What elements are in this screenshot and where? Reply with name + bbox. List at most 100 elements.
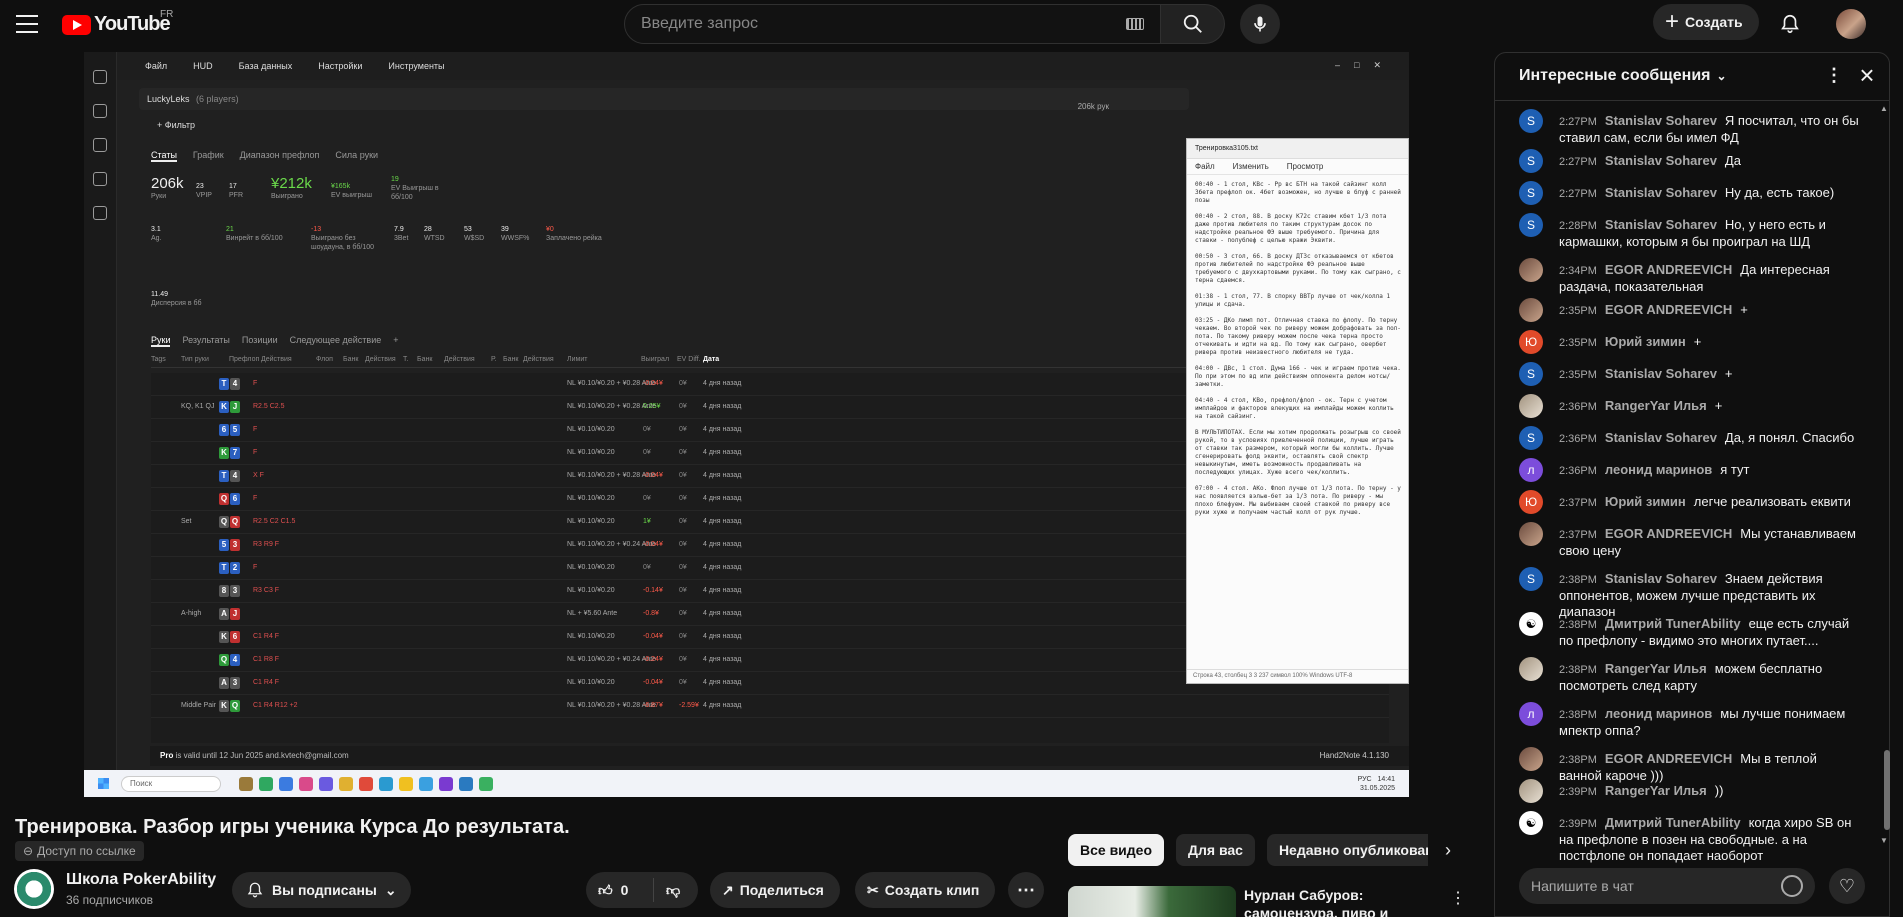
message-author[interactable]: Stanislav Soharev [1605, 153, 1717, 168]
column-header[interactable]: Банк [417, 356, 432, 363]
author-avatar[interactable]: S [1519, 181, 1543, 205]
recommendation-thumbnail[interactable] [1068, 886, 1236, 917]
message-author[interactable]: леонид маринов [1605, 706, 1712, 721]
message-author[interactable]: Юрий зимин [1605, 494, 1686, 509]
author-avatar[interactable]: л [1519, 702, 1543, 726]
menu-icon[interactable] [14, 12, 40, 36]
close-icon[interactable]: × [1853, 61, 1881, 89]
channel-avatar[interactable] [14, 869, 54, 909]
message-author[interactable]: RangerYar Илья [1605, 661, 1707, 676]
create-button[interactable]: + Создать [1653, 4, 1759, 40]
youtube-logo[interactable]: YouTube FR [62, 9, 173, 36]
recommendation-title[interactable]: Нурлан Сабуров: самоцензура, пиво и арес… [1244, 886, 1424, 917]
chat-scrollbar[interactable] [1884, 750, 1890, 830]
column-header[interactable]: Действия [261, 356, 292, 363]
clip-button[interactable]: ✂ Создать клип [855, 872, 996, 908]
app-icon [399, 776, 413, 791]
author-avatar[interactable]: Ю [1519, 490, 1543, 514]
message-author[interactable]: Stanislav Soharev [1605, 113, 1717, 128]
author-avatar[interactable] [1519, 779, 1543, 803]
author-avatar[interactable]: S [1519, 567, 1543, 591]
like-button[interactable]: 👍︎ 0 [586, 878, 654, 902]
message-author[interactable]: Дмитрий TunerAbility [1605, 616, 1741, 631]
video-player[interactable]: Файл HUD База данных Настройки Инструмен… [84, 52, 1409, 797]
scroll-up-icon[interactable]: ▲ [1880, 104, 1888, 113]
subscribed-button[interactable]: Вы подписаны ⌄ [232, 872, 411, 908]
message-author[interactable]: Юрий зимин [1605, 334, 1686, 349]
message-author[interactable]: Stanislav Soharev [1605, 185, 1717, 200]
notifications-button[interactable] [1778, 10, 1802, 38]
stat-3bet: 7.9 3Bet [394, 226, 409, 242]
column-header[interactable]: Выиграл [641, 356, 669, 363]
recommendation-more-button[interactable]: ⋮ [1450, 888, 1466, 908]
message-author[interactable]: Дмитрий TunerAbility [1605, 815, 1741, 830]
message-author[interactable]: RangerYar Илья [1605, 398, 1707, 413]
author-avatar[interactable] [1519, 298, 1543, 322]
voice-search-button[interactable] [1240, 4, 1280, 44]
chat-input[interactable] [1531, 878, 1781, 894]
column-header[interactable]: Действия [523, 356, 554, 363]
column-header[interactable]: EV Diff. [677, 356, 701, 363]
message-content: 2:35PM Stanislav Soharev + [1559, 366, 1859, 383]
author-avatar[interactable]: S [1519, 362, 1543, 386]
author-avatar[interactable] [1519, 522, 1543, 546]
column-header[interactable]: Префлоп [229, 356, 259, 363]
column-header[interactable]: Дата [703, 356, 719, 363]
chat-mode-selector[interactable]: Интересные сообщения ⌄ [1519, 67, 1727, 85]
message-author[interactable]: Stanislav Soharev [1605, 571, 1717, 586]
more-actions-button[interactable]: ⋯ [1008, 872, 1044, 908]
playing-card: 4 [230, 470, 240, 482]
column-header[interactable]: Банк [503, 356, 518, 363]
column-header[interactable]: Действия [365, 356, 396, 363]
column-header[interactable]: Банк [343, 356, 358, 363]
chip-all[interactable]: Все видео [1068, 834, 1165, 866]
message-author[interactable]: Stanislav Soharev [1605, 430, 1717, 445]
limit: NL ¥0.10/¥0.20 [567, 426, 615, 433]
dislike-button[interactable]: 👎︎ [654, 882, 680, 899]
author-avatar[interactable]: S [1519, 109, 1543, 133]
column-header[interactable]: Тип руки [181, 356, 209, 363]
chip-for-you[interactable]: Для вас [1176, 834, 1255, 866]
author-avatar[interactable]: S [1519, 213, 1543, 237]
author-avatar[interactable]: Ю [1519, 330, 1543, 354]
chip-recent[interactable]: Недавно опубликованн [1266, 834, 1428, 866]
link-icon: ⊖ [23, 844, 34, 858]
message-author[interactable]: EGOR ANDREEVICH [1605, 302, 1732, 317]
chips-next-button[interactable]: › [1434, 836, 1462, 864]
author-avatar[interactable]: ☯ [1519, 612, 1543, 636]
message-author[interactable]: Stanislav Soharev [1605, 217, 1717, 232]
chat-menu-button[interactable]: ⋮ [1825, 65, 1843, 86]
author-avatar[interactable]: л [1519, 458, 1543, 482]
column-header[interactable]: Р. [491, 356, 496, 363]
message-author[interactable]: RangerYar Илья [1605, 783, 1707, 798]
message-author[interactable]: леонид маринов [1605, 462, 1712, 477]
author-avatar[interactable] [1519, 747, 1543, 771]
keyboard-icon[interactable] [1126, 18, 1144, 30]
channel-name[interactable]: Школа PokerAbility [66, 871, 216, 889]
author-avatar[interactable] [1519, 394, 1543, 418]
scroll-down-icon[interactable]: ▼ [1880, 836, 1888, 845]
column-header[interactable]: Флоп [316, 356, 333, 363]
message-author[interactable]: EGOR ANDREEVICH [1605, 262, 1732, 277]
author-avatar[interactable] [1519, 657, 1543, 681]
message-author[interactable]: EGOR ANDREEVICH [1605, 526, 1732, 541]
author-avatar[interactable]: ☯ [1519, 811, 1543, 835]
search-input[interactable] [641, 15, 1126, 33]
heart-button[interactable]: ♡ [1829, 868, 1865, 904]
author-avatar[interactable] [1519, 258, 1543, 282]
emoji-icon[interactable] [1781, 875, 1803, 897]
column-header[interactable]: Tags [151, 356, 166, 363]
author-avatar[interactable]: S [1519, 426, 1543, 450]
message-author[interactable]: EGOR ANDREEVICH [1605, 751, 1732, 766]
ev-diff: 0¥ [679, 633, 687, 640]
column-header[interactable]: Действия [444, 356, 475, 363]
table-row[interactable]: Middle Pair K Q C1 R4 R12 +2 NL ¥0.10/¥0.20 … [151, 695, 1389, 718]
account-avatar[interactable] [1836, 9, 1866, 39]
column-header[interactable]: Т. [403, 356, 408, 363]
author-avatar[interactable]: S [1519, 149, 1543, 173]
column-header[interactable]: Лимит [567, 356, 587, 363]
share-button[interactable]: ↗ Поделиться [710, 872, 840, 908]
message-time: 2:38PM [1559, 754, 1597, 766]
message-author[interactable]: Stanislav Soharev [1605, 366, 1717, 381]
search-button[interactable] [1161, 4, 1225, 44]
